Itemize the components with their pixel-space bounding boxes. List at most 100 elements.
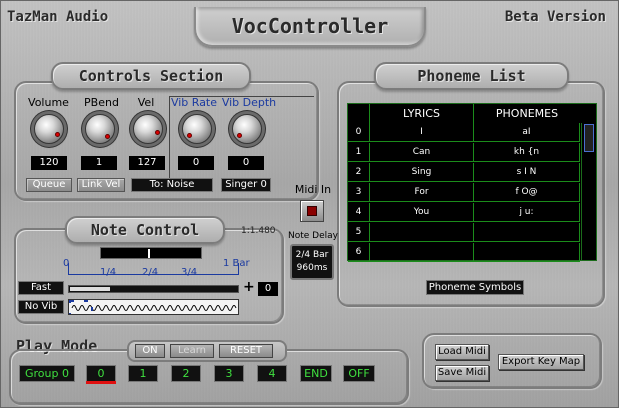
note-delay-label: Note Delay (288, 231, 338, 241)
slot-0-button[interactable]: 0 (86, 365, 116, 382)
phoneme-table[interactable]: LYRICS PHONEMES 0 I aI 1 Can kh {n 2 Sin… (347, 103, 597, 262)
speed-selector[interactable]: Fast (18, 281, 64, 295)
controls-section-title: Controls Section (51, 62, 251, 90)
row-index: 5 (348, 223, 370, 242)
app-title: VocController (194, 7, 426, 47)
speed-slider-fill (70, 287, 110, 291)
table-row[interactable]: 2 Sing s I N (348, 163, 580, 182)
pbend-knob[interactable] (85, 114, 115, 144)
knob-label-vel: Vel (137, 96, 155, 109)
off-button[interactable]: OFF (343, 365, 375, 382)
save-midi-button[interactable]: Save Midi (435, 365, 489, 381)
knob-indicator (237, 133, 242, 138)
link-vel-button[interactable]: Link Vel (77, 178, 125, 192)
row-index: 3 (348, 183, 370, 202)
knob-indicator (105, 134, 110, 139)
midi-in-indicator-frame (300, 200, 324, 222)
vibrato-selector[interactable]: No Vib (18, 300, 64, 314)
vib-depth-value: 0 (228, 156, 264, 170)
load-midi-button[interactable]: Load Midi (435, 344, 489, 360)
plus-label[interactable]: + (243, 279, 255, 295)
reset-button[interactable]: RESET (219, 344, 273, 358)
export-key-map-button[interactable]: Export Key Map (498, 354, 584, 370)
phoneme-cell[interactable]: aI (474, 123, 580, 142)
voc-controller-window: TazMan Audio VocController Beta Version … (0, 0, 619, 408)
ruler-one-bar: 1 Bar (223, 258, 250, 269)
vib-rate-knob[interactable] (182, 114, 212, 144)
phoneme-list-title: Phoneme List (374, 62, 569, 90)
table-row[interactable]: 5 (348, 223, 580, 242)
slot-2-button[interactable]: 2 (171, 365, 201, 382)
midi-in-led (307, 206, 317, 216)
knob-indicator (55, 132, 60, 137)
note-delay-ms: 960ms (296, 263, 328, 273)
end-button[interactable]: END (300, 365, 332, 382)
row-index: 4 (348, 203, 370, 222)
vibrato-waveform[interactable] (68, 299, 239, 315)
phoneme-cell[interactable]: kh {n (474, 143, 580, 162)
row-index: 2 (348, 163, 370, 182)
on-button[interactable]: ON (135, 344, 165, 358)
slot-1-button[interactable]: 1 (128, 365, 158, 382)
table-row[interactable]: 3 For f O@ (348, 183, 580, 202)
speed-slider-track[interactable] (68, 285, 239, 293)
note-position-bar[interactable] (100, 247, 202, 259)
volume-value: 120 (31, 156, 67, 170)
phoneme-symbols-button[interactable]: Phoneme Symbols (426, 280, 524, 295)
table-row[interactable]: 0 I aI (348, 123, 580, 142)
phoneme-cell[interactable]: s I N (474, 163, 580, 182)
slot-4-button[interactable]: 4 (257, 365, 287, 382)
version-label: Beta Version (504, 9, 606, 25)
offset-value[interactable]: 0 (258, 282, 278, 296)
knob-label-vib-depth: Vib Depth (221, 96, 277, 109)
knob-indicator (187, 133, 192, 138)
knob-indicator (155, 130, 160, 135)
brand-label: TazMan Audio (7, 9, 109, 25)
pbend-value: 1 (81, 156, 117, 170)
slot-active-indicator (86, 381, 116, 384)
volume-knob[interactable] (34, 114, 64, 144)
lyric-cell[interactable] (370, 243, 474, 262)
lyric-cell[interactable]: You (370, 203, 474, 222)
table-corner (348, 104, 370, 123)
queue-button[interactable]: Queue (26, 178, 72, 192)
column-header-phonemes[interactable]: PHONEMES (474, 104, 580, 123)
row-index: 6 (348, 243, 370, 262)
vib-depth-knob[interactable] (232, 114, 262, 144)
singer-field[interactable]: Singer 0 (221, 178, 271, 192)
table-row[interactable]: 6 (348, 243, 580, 262)
phoneme-cell[interactable] (474, 243, 580, 262)
knob-label-vib-rate: Vib Rate (170, 96, 218, 109)
knob-label-pbend: PBend (84, 96, 119, 109)
lyric-cell[interactable]: Sing (370, 163, 474, 182)
slot-3-button[interactable]: 3 (214, 365, 244, 382)
row-index: 0 (348, 123, 370, 142)
vel-value: 127 (129, 156, 165, 170)
lyric-cell[interactable] (370, 223, 474, 242)
to-noise-field[interactable]: To: Noise (131, 178, 213, 192)
note-delay-display[interactable]: 2/4 Bar 960ms (290, 244, 334, 280)
midi-in-label: Midi In (294, 183, 332, 196)
lyric-cell[interactable]: I (370, 123, 474, 142)
phoneme-cell[interactable] (474, 223, 580, 242)
knob-label-volume: Volume (28, 96, 69, 109)
phoneme-cell[interactable]: f O@ (474, 183, 580, 202)
row-index: 1 (348, 143, 370, 162)
ruler-half: 2/4 (142, 267, 159, 278)
ruler-quarter: 1/4 (100, 267, 117, 278)
phoneme-scrollbar-thumb[interactable] (584, 124, 594, 152)
vibrato-wave-icon (69, 300, 237, 314)
lyric-cell[interactable]: For (370, 183, 474, 202)
lyric-cell[interactable]: Can (370, 143, 474, 162)
vel-knob[interactable] (133, 114, 163, 144)
group-selector[interactable]: Group 0 (19, 365, 75, 382)
learn-button[interactable]: Learn (170, 344, 214, 358)
note-delay-bars: 2/4 Bar (295, 250, 329, 260)
table-row[interactable]: 4 You j u: (348, 203, 580, 222)
phoneme-cell[interactable]: j u: (474, 203, 580, 222)
ruler-0: 0 (63, 258, 70, 269)
note-control-title: Note Control (65, 216, 225, 244)
ratio-label: 1:1.480 (241, 226, 276, 236)
table-row[interactable]: 1 Can kh {n (348, 143, 580, 162)
column-header-lyrics[interactable]: LYRICS (370, 104, 474, 123)
